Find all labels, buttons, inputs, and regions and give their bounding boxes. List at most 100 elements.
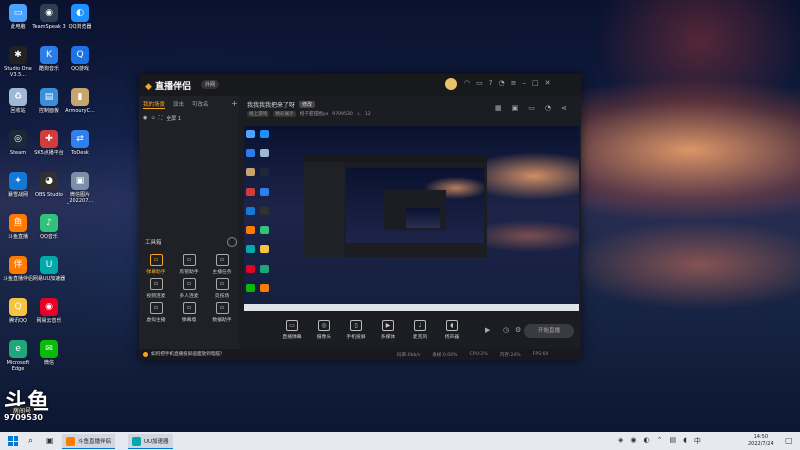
layout-icon[interactable]: ▦ [495,104,502,112]
taskbar-app-uu[interactable]: UU加速器 [128,434,173,449]
desktop-icon[interactable]: 伴斗鱼直播伴侣 [1,256,35,282]
close-icon[interactable]: ✕ [545,79,551,91]
chat-icon[interactable]: ▭ [476,79,483,91]
status-bar: 如何把手机直播投屏画面放到电脑？ 码率:0kb/s 丢帧:0.00% CPU:2… [139,349,581,360]
status-tip[interactable]: 如何把手机直播投屏画面放到电脑？ [143,351,225,357]
eye-icon[interactable]: ◉ [143,115,147,121]
toolbar-live-danmaku-button[interactable]: ▭ 直播弹幕 [279,320,305,340]
toolbar-label: 多媒体 [380,335,396,340]
desktop-icon[interactable]: ◉ TeamSpeak 3 [32,4,66,30]
lock-icon[interactable]: ▫ [151,115,154,121]
toolbar-camera-button[interactable]: ◎ 摄像头 [311,320,337,340]
desktop-icon[interactable]: ⇄ ToDesk [63,130,97,156]
gift-icon[interactable]: ▣ [512,104,519,112]
preview-nested-sidebar [304,162,344,257]
tool-virtual-anchor[interactable]: ▫ 虚拟主播 [141,302,171,323]
desktop-icon[interactable]: ✚ SK5点播平台 [32,130,66,156]
scene-item[interactable]: ◉ ▫ ⛶ 全屏 1 [143,113,235,123]
stream-preview[interactable] [244,126,579,311]
room-category[interactable]: 精彩展示 [273,111,296,117]
tool-data-assistant[interactable]: ▫ 数据助手 [207,302,237,323]
blank-icon [71,298,89,316]
maximize-icon[interactable]: □ [532,79,539,91]
edit-title-button[interactable]: 修改 [299,101,316,108]
desktop-icon[interactable]: Q QQ游戏 [63,46,97,72]
menu-icon[interactable]: ≡ [511,79,517,91]
desktop-icon[interactable]: 鱼斗鱼直播 [1,214,35,240]
desktop-icon[interactable]: ✦ 暴雪战网 [1,172,35,198]
danmaku-wall-icon: ▫ [182,302,196,314]
tool-danmaku-wall[interactable]: ▫ 弹幕墙 [174,302,204,323]
tool-danmaku-assistant[interactable]: ▫ 弹幕助手 [141,254,171,275]
desktop-icon[interactable]: e Microsoft Edge [1,340,35,372]
uu-accelerator-icon: U [40,256,58,274]
notification-icon[interactable]: ▢ [785,436,793,445]
desktop-icon[interactable]: ♻ 回收站 [1,88,35,114]
room-tag[interactable]: 线上游戏 [247,111,270,117]
desktop-icon[interactable]: ▮ ArmouryC... [63,88,97,114]
desktop-icon-label: Microsoft Edge [6,360,30,372]
toolbar-phone-cast-button[interactable]: ▯ 手机投屏 [343,320,369,340]
tool-moderator[interactable]: ▫ 房管助手 [174,254,204,275]
tray-app-icon[interactable]: ◈ [618,436,623,446]
tool-video-link[interactable]: ▫ 视频连麦 [141,278,171,299]
desktop-icon[interactable]: ♪ QQ音乐 [32,214,66,240]
tools-toggle-icon[interactable] [227,237,237,247]
taskbar-clock[interactable]: 14:50 2022/7/24 [748,434,774,447]
tool-arena[interactable]: ▫ 竞技场 [207,278,237,299]
network-badge[interactable]: 外网 [201,80,220,89]
notify-icon[interactable]: ◔ [545,104,551,112]
headset-icon[interactable]: ◠ [464,79,470,91]
desktop-icon[interactable]: ◕ OBS Studio [32,172,66,198]
avatar[interactable] [445,78,457,90]
clock-icon[interactable]: ◷ [503,326,509,334]
desktop-icon-label: QQ游戏 [71,66,89,72]
steam-icon: ◎ [9,130,27,148]
tab-my-scene[interactable]: 我的场景 [143,100,166,109]
tab-double-click[interactable]: 双击 [173,100,184,109]
tab-renamable[interactable]: 可改名 [192,100,209,109]
desktop-icon[interactable]: ◐ QQ浏览器 [63,4,97,30]
toolbar-media-button[interactable]: ▶ 多媒体 [375,320,401,340]
add-scene-icon[interactable]: + [231,99,238,108]
qq-music-icon: ♪ [40,214,58,232]
tray-app-icon[interactable]: ◉ [630,436,636,446]
desktop-icon[interactable]: ✉ 微信 [32,340,66,366]
bell-icon[interactable]: ◔ [498,79,504,91]
ime-icon[interactable]: 中 [694,436,701,446]
desktop-icon[interactable]: Q 腾讯QQ [1,298,35,324]
image-file-icon: ▣ [71,172,89,190]
desktop-icon[interactable]: ▭ 此电脑 [1,4,35,30]
start-button[interactable] [8,436,18,446]
kugou-icon: K [40,46,58,64]
toolbar-microphone-button[interactable]: ♩ 麦克风 [407,320,433,340]
desktop-icon[interactable]: U 网易UU加速器 [32,256,66,282]
tool-multi-link[interactable]: ▫ 多人连麦 [174,278,204,299]
record-icon[interactable]: ▭ [528,104,535,112]
desktop-icon[interactable]: ▤ 控制面板 [32,88,66,114]
app-logo-text: 直播伴侣 [155,82,192,92]
record-video-icon[interactable]: ▶ [485,326,490,334]
metric-bitrate: 码率:0kb/s [397,353,421,358]
taskbar-app-douyu[interactable]: 斗鱼直播伴侣 [62,434,116,449]
desktop-icon[interactable]: ◎ Steam [1,130,35,156]
volume-icon[interactable]: ◖ [683,436,687,446]
share-icon[interactable]: ⋖ [561,104,567,112]
network-icon[interactable]: ▤ [669,436,676,446]
toolbar-speaker-button[interactable]: ◖ 扬声器 [439,320,465,340]
tool-task[interactable]: ▫ 主播任务 [207,254,237,275]
desktop-icon[interactable]: ▣ 微信图片_202207... [63,172,97,204]
desktop-icon[interactable]: K 酷狗音乐 [32,46,66,72]
help-icon[interactable]: ? [489,79,493,91]
metric-fps: FPS:60 [532,352,549,357]
desktop-icon[interactable]: ◉ 网易云音乐 [32,298,66,324]
settings-icon[interactable]: ⚙ [515,326,521,334]
search-icon[interactable]: ⌕ [28,436,33,446]
tray-app-icon[interactable]: ◐ [644,436,650,446]
task-view-icon[interactable]: ▣ [46,436,54,445]
chevron-up-icon[interactable]: ⌃ [657,436,663,446]
minimize-icon[interactable]: – [522,79,526,91]
desktop-icon[interactable]: ✱ Studio One V3.5... [1,46,35,78]
preview-recursive-screen [406,208,440,228]
start-live-button[interactable]: 开始直播 [524,324,574,338]
